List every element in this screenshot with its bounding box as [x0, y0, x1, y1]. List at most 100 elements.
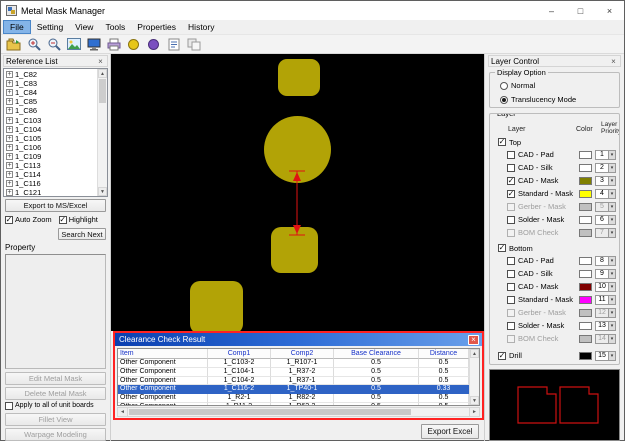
expand-icon[interactable]: + — [6, 98, 13, 105]
reference-list-item[interactable]: +1_C121 — [6, 188, 96, 197]
bottom-mask-icon[interactable] — [145, 36, 162, 52]
expand-icon[interactable]: + — [6, 144, 13, 151]
minimize-button[interactable]: – — [537, 1, 566, 20]
expand-icon[interactable]: + — [6, 71, 13, 78]
expand-icon[interactable]: + — [6, 80, 13, 87]
scrollbar-thumb[interactable] — [129, 409, 411, 415]
fillet-view-button[interactable]: Fillet View — [5, 413, 106, 426]
layer-color-swatch[interactable] — [579, 309, 592, 317]
radio-icon[interactable] — [500, 96, 508, 104]
expand-icon[interactable]: + — [6, 107, 13, 114]
column-header-comp2[interactable]: Comp2 — [271, 349, 334, 359]
layer-color-swatch[interactable] — [579, 216, 592, 224]
column-header-comp1[interactable]: Comp1 — [208, 349, 271, 359]
radio-translucency-mode[interactable]: Translucency Mode — [500, 94, 615, 105]
clearance-table-hscrollbar[interactable]: ◄ ► — [117, 407, 480, 417]
layer-priority-select[interactable]: 13▾ — [595, 321, 616, 331]
layer-priority-select[interactable]: 5▾ — [595, 202, 616, 212]
edit-metal-mask-button[interactable]: Edit Metal Mask — [5, 372, 106, 385]
layer-color-swatch[interactable] — [579, 177, 592, 185]
menu-item-setting[interactable]: Setting — [31, 20, 69, 34]
compare-icon[interactable] — [185, 36, 202, 52]
reference-list-item[interactable]: +1_C106 — [6, 143, 96, 152]
layer-color-swatch[interactable] — [579, 335, 592, 343]
reference-list-item[interactable]: +1_C114 — [6, 170, 96, 179]
reference-list-item[interactable]: +1_C109 — [6, 152, 96, 161]
warpage-modeling-button[interactable]: Warpage Modeling — [5, 428, 106, 441]
layer-checkbox[interactable]: ✓ — [507, 177, 515, 185]
layer-priority-select[interactable]: 2▾ — [595, 163, 616, 173]
highlight-checkbox[interactable]: ✓ — [59, 216, 67, 224]
layer-checkbox[interactable] — [507, 283, 515, 291]
layer-color-swatch[interactable] — [579, 151, 592, 159]
layer-color-swatch[interactable] — [579, 203, 592, 211]
layer-checkbox[interactable] — [507, 151, 515, 159]
expand-icon[interactable]: + — [6, 89, 13, 96]
menu-item-file[interactable]: File — [3, 20, 31, 34]
mask-pad[interactable] — [190, 281, 243, 331]
clearance-row[interactable]: Other Component1_R11-21_R62-20.50.5 — [118, 403, 469, 406]
clearance-row[interactable]: Other Component1_C103-21_R107-10.50.5 — [118, 359, 469, 368]
expand-icon[interactable]: + — [6, 135, 13, 142]
radio-icon[interactable] — [500, 82, 508, 90]
layer-checkbox[interactable] — [507, 322, 515, 330]
layer-priority-select[interactable]: 14▾ — [595, 334, 616, 344]
column-header-item[interactable]: Item — [118, 349, 208, 359]
pcb-canvas[interactable] — [111, 54, 484, 331]
reference-list-item[interactable]: +1_C84 — [6, 88, 96, 97]
bottom-checkbox[interactable]: ✓ — [498, 244, 506, 252]
layer-priority-select[interactable]: 10▾ — [595, 282, 616, 292]
layer-priority-select[interactable]: 7▾ — [595, 228, 616, 238]
layer-priority-select[interactable]: 6▾ — [595, 215, 616, 225]
scroll-down-icon[interactable]: ▼ — [470, 396, 479, 405]
expand-icon[interactable]: + — [6, 162, 13, 169]
clearance-row[interactable]: Other Component1_C104-11_R37-20.50.5 — [118, 368, 469, 377]
column-header-base-clearance[interactable]: Base Clearance — [334, 349, 419, 359]
print-icon[interactable] — [105, 36, 122, 52]
reference-list-item[interactable]: +1_C116 — [6, 179, 96, 188]
export-ms-excel-button[interactable]: Export to MS/Excel — [5, 199, 106, 212]
top-mask-icon[interactable] — [125, 36, 142, 52]
zoom-out-icon[interactable] — [45, 36, 62, 52]
layer-priority-select[interactable]: 12▾ — [595, 308, 616, 318]
scrollbar-thumb[interactable] — [99, 79, 106, 103]
reference-list-item[interactable]: +1_C82 — [6, 70, 96, 79]
expand-icon[interactable]: + — [6, 189, 13, 196]
expand-icon[interactable]: + — [6, 171, 13, 178]
expand-icon[interactable]: + — [6, 126, 13, 133]
reference-tree-scrollbar[interactable]: ▲ ▼ — [97, 69, 107, 196]
clearance-table-scrollbar[interactable]: ▲ ▼ — [469, 349, 479, 405]
top-checkbox[interactable]: ✓ — [498, 138, 506, 146]
close-icon[interactable]: × — [609, 57, 618, 66]
menu-item-history[interactable]: History — [182, 20, 220, 34]
search-next-button[interactable]: Search Next — [58, 228, 106, 240]
close-icon[interactable]: × — [96, 57, 105, 66]
open-icon[interactable] — [5, 36, 22, 52]
layer-priority-select[interactable]: 8▾ — [595, 256, 616, 266]
scroll-right-icon[interactable]: ► — [469, 408, 479, 416]
layer-color-swatch[interactable] — [579, 190, 592, 198]
layer-priority-select[interactable]: 4▾ — [595, 189, 616, 199]
display-icon[interactable] — [85, 36, 102, 52]
reference-list-item[interactable]: +1_C104 — [6, 125, 96, 134]
layer-color-swatch[interactable] — [579, 352, 592, 360]
expand-icon[interactable]: + — [6, 117, 13, 124]
layer-color-swatch[interactable] — [579, 229, 592, 237]
layer-priority-select[interactable]: 3▾ — [595, 176, 616, 186]
column-header-distance[interactable]: Distance — [419, 349, 469, 359]
layer-priority-select[interactable]: 11▾ — [595, 295, 616, 305]
layer-checkbox[interactable] — [507, 335, 515, 343]
layer-checkbox[interactable] — [507, 203, 515, 211]
mask-pad[interactable] — [278, 59, 320, 96]
apply-all-unit-boards-option[interactable]: Apply to all of unit boards — [3, 400, 108, 411]
board-preview[interactable] — [489, 369, 620, 441]
clearance-row[interactable]: Other Component1_C104-21_R37-10.50.5 — [118, 377, 469, 386]
zoom-in-icon[interactable] — [25, 36, 42, 52]
layer-checkbox[interactable]: ✓ — [507, 190, 515, 198]
layer-checkbox[interactable] — [507, 164, 515, 172]
reference-list-item[interactable]: +1_C83 — [6, 79, 96, 88]
layer-priority-select[interactable]: 1▾ — [595, 150, 616, 160]
report-icon[interactable] — [165, 36, 182, 52]
layer-checkbox[interactable] — [507, 216, 515, 224]
layer-checkbox[interactable] — [507, 270, 515, 278]
